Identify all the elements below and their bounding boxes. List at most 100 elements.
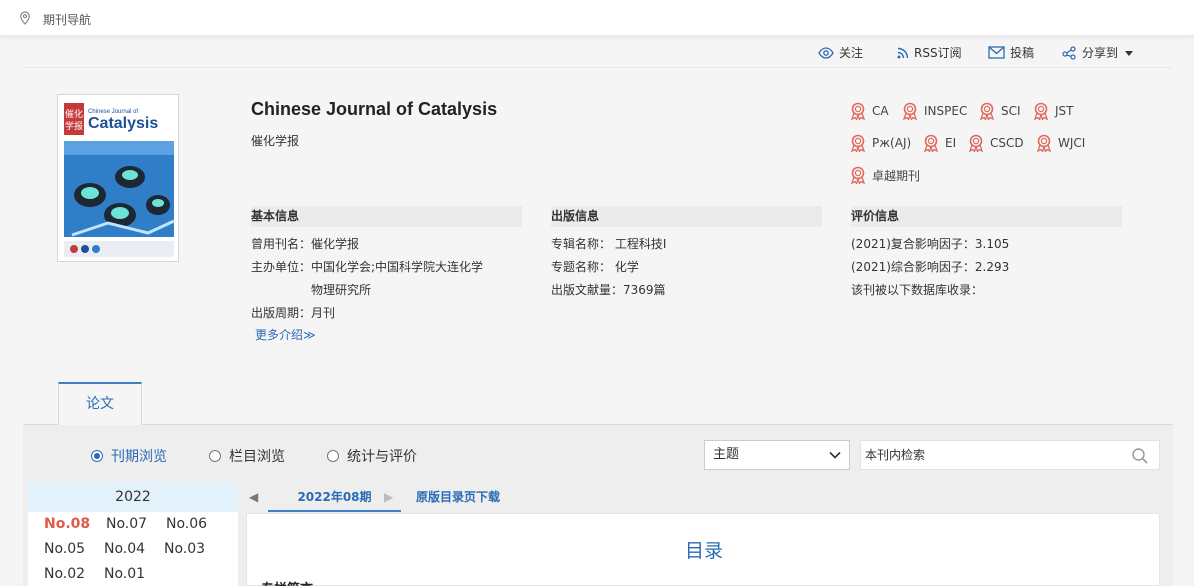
index-badge: INSPEC [902, 102, 967, 120]
publish-info: 专辑名称： 工程科技Ⅰ 专题名称： 化学 出版文献量：7369篇 [551, 233, 666, 302]
index-label: CSCD [990, 136, 1024, 150]
sponsor: 主办单位：中国化学会;中国科学院大连化学 [251, 260, 484, 274]
tab-papers[interactable]: 论文 [58, 382, 142, 425]
issue-tabs: ◀ 2022年08期 ▶ 原版目录页下载 [246, 486, 1160, 512]
search-box [860, 440, 1160, 470]
award-icon [968, 134, 984, 152]
index-label: WJCI [1058, 136, 1086, 150]
issue-item[interactable]: No.01 [104, 566, 145, 582]
basic-info: 曾用刊名：催化学报 主办单位：中国化学会;中国科学院大连化学 物理研究所 出版周… [251, 233, 483, 325]
svg-text:学报: 学报 [65, 120, 83, 132]
rss-button[interactable]: RSS订阅 [897, 44, 962, 61]
eye-icon [818, 46, 834, 59]
radio-label: 刊期浏览 [111, 449, 167, 465]
basic-info-heading: 基本信息 [251, 206, 522, 227]
location-pin-icon [20, 11, 30, 25]
award-icon [850, 134, 866, 152]
cover-title: Catalysis [88, 115, 158, 132]
index-badge: CA [850, 102, 889, 120]
envelope-icon [988, 46, 1005, 59]
radio-icon [327, 450, 339, 462]
search-icon[interactable] [1131, 447, 1149, 465]
toc-section-heading: 专栏简言 [261, 578, 313, 586]
breadcrumb-journal-nav[interactable]: 期刊导航 [43, 11, 91, 28]
radio-icon [209, 450, 221, 462]
search-input[interactable] [861, 441, 1121, 469]
divider [23, 67, 1173, 68]
index-badge: JST [1033, 102, 1074, 120]
index-label: CA [872, 104, 889, 118]
toc-title: 目录 [684, 540, 723, 562]
index-label: 卓越期刊 [872, 168, 921, 183]
issue-item[interactable]: No.03 [164, 541, 205, 557]
share-label: 分享到 [1082, 46, 1119, 60]
tab-current-issue[interactable]: 2022年08期 [268, 486, 401, 512]
follow-label: 关注 [839, 46, 864, 60]
journal-title-en: Chinese Journal of Catalysis [251, 99, 498, 119]
award-icon [923, 134, 939, 152]
radio-browse-by-issue[interactable]: 刊期浏览 [91, 446, 167, 466]
search-scope-select[interactable]: 主题 [704, 440, 850, 470]
submit-manuscript-button[interactable]: 投稿 [988, 44, 1034, 61]
cover-art: 催化 学报 Chinese Journal of Catalysis [58, 95, 178, 261]
journal-title-cn: 催化学报 [251, 134, 300, 148]
index-badge: Рж(AJ) [850, 134, 911, 152]
publication-count: 出版文献量：7369篇 [551, 283, 666, 297]
index-badge: SCI [979, 102, 1021, 120]
database-note: 该刊被以下数据库收录： [851, 283, 984, 297]
radio-browse-by-column[interactable]: 栏目浏览 [209, 446, 285, 466]
follow-button[interactable]: 关注 [818, 44, 863, 61]
radio-label: 统计与评价 [347, 449, 417, 465]
index-label: Рж(AJ) [872, 136, 912, 150]
issue-item[interactable]: No.04 [104, 541, 145, 557]
issue-item[interactable]: No.02 [44, 566, 85, 582]
comprehensive-impact-factor: (2021)综合影响因子：2.293 [851, 260, 1010, 274]
sponsor-cont: 物理研究所 [311, 283, 372, 297]
action-bar: 关注 RSS订阅 投稿 分享到 [0, 44, 1194, 64]
svg-text:催化: 催化 [65, 108, 83, 120]
publish-info-heading: 出版信息 [551, 206, 822, 227]
index-label: EI [945, 136, 957, 150]
radio-stats-evaluation[interactable]: 统计与评价 [327, 446, 417, 466]
index-badge: EI [923, 134, 956, 152]
series-name: 专辑名称： 工程科技Ⅰ [551, 237, 667, 251]
chevron-down-icon [829, 451, 841, 459]
issue-item[interactable]: No.05 [44, 541, 85, 557]
index-badge: WJCI [1036, 134, 1085, 152]
issue-item-current[interactable]: No.08 [44, 516, 90, 532]
issue-year-panel: 2022 No.08 No.07 No.06 No.05 No.04 No.03… [28, 482, 238, 586]
topic-name: 专题名称： 化学 [551, 260, 639, 274]
toc-panel: 目录 专栏简言 [246, 513, 1160, 586]
award-icon [850, 166, 866, 184]
award-icon [902, 102, 918, 120]
share-icon [1062, 46, 1076, 60]
issue-item[interactable]: No.06 [166, 516, 207, 532]
year-header[interactable]: 2022 [28, 482, 238, 512]
download-toc-link[interactable]: 原版目录页下载 [416, 486, 500, 508]
award-icon [1036, 134, 1052, 152]
radio-selected-icon [91, 450, 103, 462]
evaluation-info: (2021)复合影响因子：3.105 (2021)综合影响因子：2.293 该刊… [851, 233, 1009, 302]
award-icon [979, 102, 995, 120]
former-name: 曾用刊名：催化学报 [251, 237, 360, 251]
share-button[interactable]: 分享到 [1062, 44, 1135, 61]
index-label: SCI [1001, 104, 1021, 118]
index-label: INSPEC [924, 104, 968, 118]
issue-item[interactable]: No.07 [106, 516, 147, 532]
compound-impact-factor: (2021)复合影响因子：3.105 [851, 237, 1010, 251]
caret-down-icon [1125, 50, 1134, 56]
radio-label: 栏目浏览 [229, 449, 285, 465]
publish-period: 出版周期：月刊 [251, 306, 336, 320]
index-badge: 卓越期刊 [850, 166, 920, 184]
award-icon [850, 102, 866, 120]
award-icon [1033, 102, 1049, 120]
top-bar: 期刊导航 [0, 0, 1194, 36]
index-label: JST [1055, 104, 1074, 118]
evaluation-info-heading: 评价信息 [851, 206, 1122, 227]
submit-label: 投稿 [1010, 46, 1035, 60]
rss-icon [897, 47, 909, 58]
next-issue-arrow-icon[interactable]: ▶ [384, 490, 393, 504]
index-badge: CSCD [968, 134, 1024, 152]
more-intro-link[interactable]: 更多介绍≫ [255, 326, 316, 343]
prev-issue-arrow-icon[interactable]: ◀ [249, 490, 258, 504]
